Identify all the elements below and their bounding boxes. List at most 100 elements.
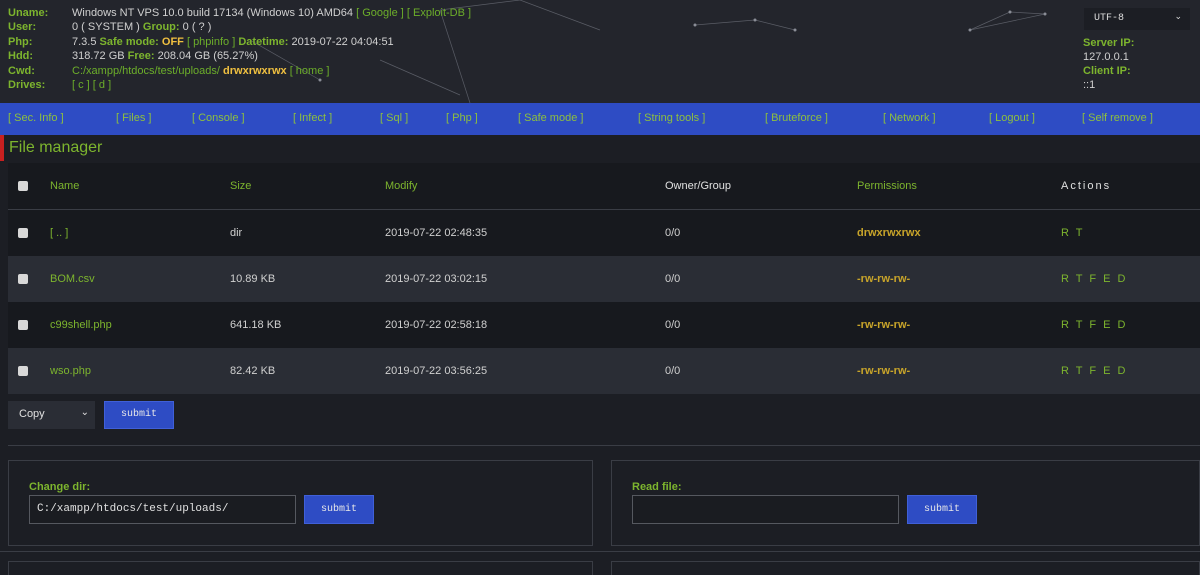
- cwd-label: Cwd:: [8, 64, 35, 77]
- google-link[interactable]: [ Google ]: [356, 7, 404, 19]
- lower-panel-right: [611, 561, 1200, 575]
- user-value: 0 ( SYSTEM ): [72, 21, 140, 34]
- info-labels: Uname: User: Php: Hdd: Cwd: Drives:: [8, 6, 48, 92]
- client-ip-value: ::1: [1083, 79, 1096, 91]
- file-actions[interactable]: R T F E D: [1061, 319, 1128, 331]
- cwd-path-link[interactable]: C:/xampp/htdocs/test/uploads/: [72, 65, 220, 77]
- menu-network[interactable]: [ Network ]: [883, 112, 936, 124]
- file-size: 641.18 KB: [230, 319, 282, 331]
- read-file-submit-button[interactable]: submit: [907, 495, 977, 524]
- safe-mode-value: OFF: [161, 35, 184, 48]
- file-permissions[interactable]: -rw-rw-rw-: [857, 319, 910, 331]
- group-label: Group:: [142, 21, 180, 34]
- file-name-link[interactable]: [ .. ]: [50, 227, 68, 239]
- hdd-total: 318.72 GB: [72, 50, 125, 63]
- row-checkbox[interactable]: [18, 320, 28, 330]
- exploit-db-link[interactable]: [ Exploit-DB ]: [407, 7, 471, 19]
- menu-logout[interactable]: [ Logout ]: [989, 112, 1035, 124]
- page-title: File manager: [9, 139, 103, 156]
- menu-self-remove[interactable]: [ Self remove ]: [1082, 112, 1153, 124]
- uname-row: Windows NT VPS 10.0 build 17134 (Windows…: [72, 6, 471, 20]
- server-info: Server IP: 127.0.0.1 Client IP: ::1: [1083, 36, 1134, 92]
- user-row: 0 ( SYSTEM ) Group: 0 ( ? ): [72, 20, 471, 34]
- file-actions[interactable]: R T F E D: [1061, 365, 1128, 377]
- chevron-down-icon: ⌄: [1174, 12, 1182, 22]
- select-all-checkbox[interactable]: [18, 181, 28, 191]
- client-ip-label: Client IP:: [1083, 65, 1131, 77]
- file-name-link[interactable]: c99shell.php: [50, 319, 112, 331]
- user-label: User:: [8, 21, 37, 34]
- menu-string-tools[interactable]: [ String tools ]: [638, 112, 705, 124]
- uname-value: Windows NT VPS 10.0 build 17134 (Windows…: [72, 7, 354, 19]
- uname-label: Uname:: [8, 7, 49, 19]
- chevron-down-icon: ⌄: [80, 407, 89, 418]
- menu-safe-mode[interactable]: [ Safe mode ]: [518, 112, 583, 124]
- file-permissions[interactable]: -rw-rw-rw-: [857, 273, 910, 285]
- bulk-submit-button[interactable]: submit: [104, 401, 174, 429]
- row-checkbox[interactable]: [18, 274, 28, 284]
- charset-select[interactable]: UTF-8 ⌄: [1084, 8, 1190, 30]
- change-dir-submit-button[interactable]: submit: [304, 495, 374, 524]
- file-size: 10.89 KB: [230, 273, 276, 285]
- bulk-action-value: Copy: [19, 408, 45, 420]
- col-name-header[interactable]: Name: [50, 180, 79, 192]
- file-owner: 0/0: [665, 319, 681, 331]
- main-menu: [ Sec. Info ] [ Files ] [ Console ] [ In…: [0, 103, 1200, 135]
- col-actions-header: Actions: [1061, 180, 1112, 192]
- file-actions[interactable]: R T F E D: [1061, 273, 1128, 285]
- read-file-panel: Read file: submit: [611, 460, 1200, 546]
- drives-links[interactable]: [ c ] [ d ]: [72, 79, 111, 91]
- read-file-label: Read file:: [632, 481, 682, 493]
- menu-sql[interactable]: [ Sql ]: [380, 112, 408, 124]
- datetime-label: Datetime:: [238, 35, 289, 48]
- server-ip-value: 127.0.0.1: [1083, 51, 1129, 63]
- file-permissions[interactable]: -rw-rw-rw-: [857, 365, 910, 377]
- change-dir-panel: Change dir: C:/xampp/htdocs/test/uploads…: [8, 460, 593, 546]
- divider: [0, 551, 1200, 552]
- drives-label: Drives:: [8, 79, 46, 92]
- menu-console[interactable]: [ Console ]: [192, 112, 245, 124]
- hdd-free: 208.04 GB (65.27%): [157, 50, 258, 63]
- heading-accent-bar: [0, 135, 4, 161]
- file-name-link[interactable]: wso.php: [50, 365, 91, 377]
- menu-php[interactable]: [ Php ]: [446, 112, 478, 124]
- phpinfo-link[interactable]: [ phpinfo ]: [187, 36, 235, 48]
- menu-files[interactable]: [ Files ]: [116, 112, 151, 124]
- file-owner: 0/0: [665, 227, 681, 239]
- table-row: [ .. ] dir 2019-07-22 02:48:35 0/0 drwxr…: [8, 210, 1200, 256]
- bulk-action-select[interactable]: Copy ⌄: [8, 401, 95, 429]
- col-permissions-header[interactable]: Permissions: [857, 180, 917, 192]
- safe-mode-label: Safe mode:: [99, 35, 159, 48]
- table-row: c99shell.php 641.18 KB 2019-07-22 02:58:…: [8, 302, 1200, 348]
- home-link[interactable]: [ home ]: [290, 65, 330, 77]
- table-row: BOM.csv 10.89 KB 2019-07-22 03:02:15 0/0…: [8, 256, 1200, 302]
- change-dir-input[interactable]: C:/xampp/htdocs/test/uploads/: [29, 495, 296, 524]
- col-size-header[interactable]: Size: [230, 180, 251, 192]
- hdd-label: Hdd:: [8, 50, 34, 63]
- row-checkbox[interactable]: [18, 366, 28, 376]
- cwd-permissions: drwxrwxrwx: [223, 64, 287, 77]
- php-row: 7.3.5 Safe mode: OFF [ phpinfo ] Datetim…: [72, 35, 471, 49]
- file-actions[interactable]: R T: [1061, 227, 1085, 239]
- menu-sec-info[interactable]: [ Sec. Info ]: [8, 112, 64, 124]
- file-modified: 2019-07-22 03:02:15: [385, 273, 488, 285]
- file-permissions[interactable]: drwxrwxrwx: [857, 227, 921, 239]
- file-owner: 0/0: [665, 365, 681, 377]
- read-file-input[interactable]: [632, 495, 899, 524]
- table-row: wso.php 82.42 KB 2019-07-22 03:56:25 0/0…: [8, 348, 1200, 394]
- file-manager-heading: File manager: [0, 135, 1200, 161]
- menu-infect[interactable]: [ Infect ]: [293, 112, 332, 124]
- file-size: dir: [230, 227, 243, 239]
- menu-bruteforce[interactable]: [ Bruteforce ]: [765, 112, 828, 124]
- cwd-row: C:/xampp/htdocs/test/uploads/ drwxrwxrwx…: [72, 64, 471, 78]
- file-name-link[interactable]: BOM.csv: [50, 273, 95, 285]
- info-values: Windows NT VPS 10.0 build 17134 (Windows…: [72, 6, 471, 92]
- hdd-row: 318.72 GB Free: 208.04 GB (65.27%): [72, 49, 471, 63]
- php-version: 7.3.5: [72, 35, 97, 48]
- row-checkbox[interactable]: [18, 228, 28, 238]
- col-modify-header[interactable]: Modify: [385, 180, 417, 192]
- group-value: 0 ( ? ): [182, 21, 212, 34]
- table-header-row: Name Size Modify Owner/Group Permissions…: [8, 163, 1200, 209]
- datetime-value: 2019-07-22 04:04:51: [291, 35, 394, 48]
- free-label: Free:: [127, 50, 155, 63]
